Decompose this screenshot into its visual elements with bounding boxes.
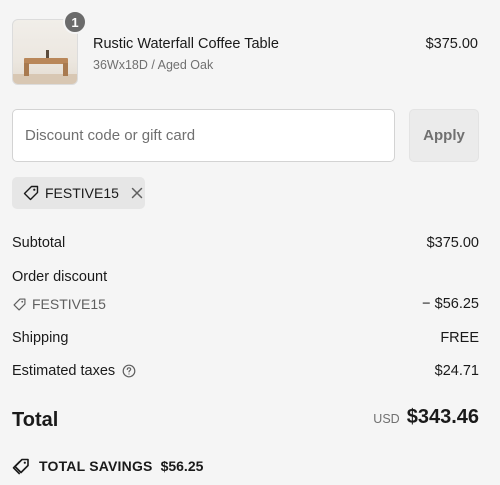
subtotal-label: Subtotal — [12, 235, 66, 251]
tag-icon — [12, 297, 27, 312]
subtotal-value: $375.00 — [426, 235, 479, 251]
tag-icon — [22, 184, 40, 202]
product-variant: 36Wx18D / Aged Oak — [93, 58, 214, 72]
taxes-value: $24.71 — [434, 363, 479, 379]
applied-discount-chip: FESTIVE15 — [12, 177, 145, 209]
shipping-label: Shipping — [12, 330, 69, 346]
total-label: Total — [12, 409, 59, 431]
savings-tag-icon — [12, 457, 32, 475]
total-savings: TOTAL SAVINGS $56.25 — [12, 457, 203, 475]
discount-code-row: FESTIVE15 − $56.25 — [12, 296, 479, 312]
taxes-row: Estimated taxes $24.71 — [12, 363, 479, 379]
product-title: Rustic Waterfall Coffee Table — [93, 36, 279, 52]
discount-code-input[interactable] — [12, 109, 395, 162]
taxes-label: Estimated taxes — [12, 363, 116, 379]
total-amount: $343.46 — [406, 406, 479, 428]
total-row: Total USD $343.46 — [12, 406, 479, 436]
shipping-row: Shipping FREE — [12, 330, 479, 346]
line-item: 1 Rustic Waterfall Coffee Table 36Wx18D … — [12, 10, 482, 87]
discount-value: − $56.25 — [422, 296, 479, 312]
question-circle-icon[interactable] — [122, 364, 136, 378]
close-icon[interactable] — [129, 184, 145, 202]
subtotal-row: Subtotal $375.00 — [12, 235, 479, 251]
total-currency: USD — [373, 412, 400, 426]
quantity-badge: 1 — [63, 10, 87, 34]
shipping-value: FREE — [440, 330, 479, 346]
order-discount-label: Order discount — [12, 269, 108, 285]
product-price: $375.00 — [425, 36, 478, 52]
savings-label: TOTAL SAVINGS — [39, 458, 153, 474]
savings-amount: $56.25 — [160, 458, 204, 474]
discount-code-label: FESTIVE15 — [32, 296, 106, 312]
applied-code-text: FESTIVE15 — [45, 185, 119, 201]
order-discount-row: Order discount — [12, 269, 479, 285]
apply-button[interactable]: Apply — [409, 109, 479, 162]
